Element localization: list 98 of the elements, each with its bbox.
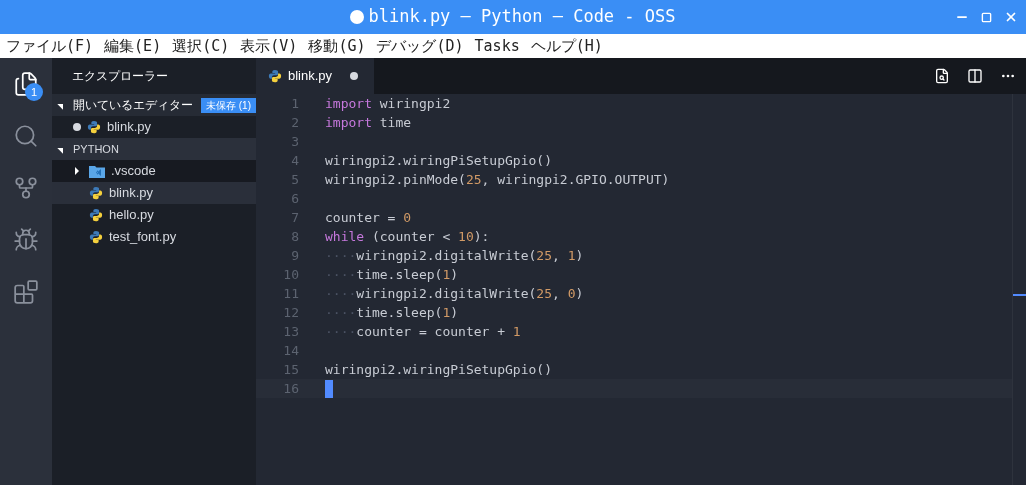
line-number: 9 [290,246,299,265]
code-token: , wiringpi2.GPIO.OUTPUT) [481,170,670,189]
git-tab[interactable] [12,174,40,202]
cursor-marker [1013,294,1026,296]
section-header[interactable]: PYTHON [52,138,256,160]
code-token: import [325,94,372,113]
code-token: import [325,113,372,132]
line-number: 8 [290,227,299,246]
section-label: 開いているエディター [73,97,193,114]
maximize-icon[interactable] [981,11,992,23]
folder-icon [89,164,105,178]
code-token: counter = counter + [356,322,507,341]
file-name: blink.py [107,118,152,137]
code-token: wiringpi2.digitalWrite( [356,246,537,265]
split-editor-icon[interactable] [967,68,983,84]
menu-item[interactable]: ヘルプ(H) [530,34,603,58]
file-name: .vscode [111,162,156,181]
code-token: wiringpi2.pinMode( [325,170,466,189]
whitespace-marker: ···· [325,322,357,341]
unsaved-badge: 未保存 (1) [201,97,256,113]
code-token: (counter < [370,227,452,246]
code-token: time [378,113,412,132]
code-token: time.sleep( [356,303,443,322]
code-token: 10 [458,227,474,246]
python-icon [268,69,282,83]
menu-item[interactable]: 移動(G) [308,34,366,58]
line-number: 16 [282,379,299,398]
line-number: 11 [282,284,299,303]
code-token: 1 [567,246,576,265]
count-badge: 1 [25,83,43,101]
file-item[interactable]: test_font.py [52,226,256,248]
file-name: blink.py [109,184,154,203]
code-token: 25 [536,284,552,303]
folder-item[interactable]: .vscode [52,160,256,182]
file-name: test_font.py [109,228,177,247]
menu-item[interactable]: 表示(V) [240,34,298,58]
open-editor-item[interactable]: blink.py [52,116,256,138]
file-item[interactable]: hello.py [52,204,256,226]
file-item[interactable]: blink.py [52,182,256,204]
tab-label: blink.py [288,67,333,86]
code-token: , [552,246,561,265]
code-token: 1 [442,303,451,322]
line-number: 6 [290,189,299,208]
code-token: ) [450,265,459,284]
code-token: wiringpi2.wiringPiSetupGpio() [325,360,552,379]
line-number: 1 [290,94,299,113]
editor-tab[interactable]: blink.py [256,58,374,94]
whitespace-marker: ···· [325,284,357,303]
whitespace-marker: ···· [325,265,357,284]
menu-item[interactable]: 選択(C) [172,34,230,58]
code-token: ): [473,227,490,246]
close-icon[interactable] [1004,10,1018,24]
line-number: 2 [290,113,299,132]
code-token: ) [575,284,584,303]
sidebar-title: エクスプローラー [71,68,169,85]
code-token: 1 [442,265,451,284]
search-tab[interactable] [12,122,40,150]
code-token: 25 [536,246,552,265]
menu-item[interactable]: 編集(E) [104,34,162,58]
section-header[interactable]: 開いているエディター 未保存 (1) [52,94,256,116]
python-icon [89,230,103,244]
python-icon [89,208,103,222]
python-icon [87,120,101,134]
line-number: 13 [282,322,299,341]
line-number: 10 [282,265,299,284]
section-label: PYTHON [73,141,119,157]
code-token: wiringpi2 [378,94,451,113]
whitespace-marker: ···· [325,303,357,322]
code-token: wiringpi2.wiringPiSetupGpio() [325,151,552,170]
line-number: 14 [282,341,299,360]
code-token: 0 [567,284,576,303]
code-token: while [325,227,365,246]
menu-item[interactable]: Tasks [474,34,520,58]
code-token: 0 [403,208,412,227]
code-token: wiringpi2.digitalWrite( [356,284,537,303]
code-token: ) [450,303,459,322]
line-number: 4 [290,151,299,170]
debug-tab[interactable] [12,226,40,254]
python-icon [89,186,103,200]
code-token: 25 [465,170,482,189]
menu-item[interactable]: デバッグ(D) [376,34,464,58]
line-number: 12 [282,303,299,322]
open-preview-icon[interactable] [934,68,950,84]
whitespace-marker: ···· [325,246,357,265]
window-title: blink.py — Python — Code - OSS [350,4,676,30]
line-number: 3 [290,132,299,151]
menu-item[interactable]: ファイル(F) [6,34,94,58]
line-number: 15 [282,360,299,379]
file-name: hello.py [109,206,154,225]
code-token: time.sleep( [356,265,443,284]
code-token: counter = [325,208,397,227]
code-token: ) [575,246,584,265]
extensions-tab[interactable] [12,278,40,306]
line-number: 5 [290,170,299,189]
text-cursor [325,379,333,398]
line-number: 7 [290,208,299,227]
code-token: , [552,284,561,303]
code-token: 1 [512,322,521,341]
